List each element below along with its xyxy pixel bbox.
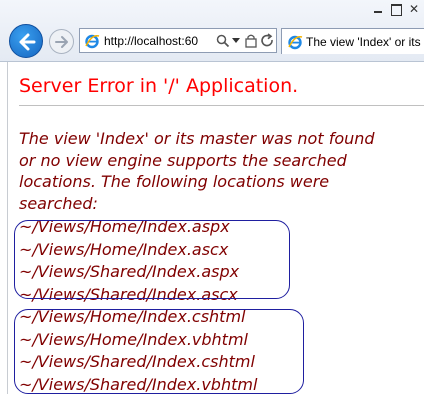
- divider: [19, 105, 424, 106]
- tab-active[interactable]: The view 'Index' or its ...: [281, 28, 424, 54]
- close-icon[interactable]: ✕: [407, 2, 421, 16]
- ie-logo-icon: [85, 34, 100, 49]
- page-title: Server Error in '/' Application.: [19, 75, 299, 97]
- error-message-line: or no view engine supports the searched: [19, 150, 347, 170]
- tab-title: The view 'Index' or its ...: [306, 35, 424, 49]
- dropdown-icon[interactable]: [232, 38, 240, 43]
- lock-icon[interactable]: [244, 33, 258, 49]
- back-arrow-icon: [19, 33, 36, 51]
- maximize-icon[interactable]: [389, 2, 403, 16]
- ie-logo-icon: [288, 35, 303, 50]
- error-message-line: locations. The following locations were: [19, 172, 330, 191]
- minimize-icon[interactable]: [371, 2, 385, 16]
- page-content: Server Error in '/' Application. The vie…: [7, 62, 424, 394]
- back-button[interactable]: [9, 24, 43, 58]
- refresh-icon[interactable]: [260, 33, 275, 49]
- forward-button[interactable]: [49, 29, 74, 54]
- browser-toolbar: ✕ http://localhost:60 The view 'Index' o…: [0, 0, 424, 62]
- forward-arrow-icon: [55, 36, 68, 48]
- error-message: The view 'Index' or its master was not f…: [19, 128, 424, 214]
- error-message-line: The view 'Index' or its master was not f…: [19, 129, 375, 148]
- search-icon[interactable]: [216, 34, 230, 48]
- address-bar[interactable]: http://localhost:60: [79, 28, 277, 53]
- highlight-box-webforms-views: [14, 220, 290, 299]
- highlight-box-razor-views: [14, 309, 304, 394]
- url-text[interactable]: http://localhost:60: [104, 34, 215, 49]
- error-message-line: searched:: [19, 193, 98, 213]
